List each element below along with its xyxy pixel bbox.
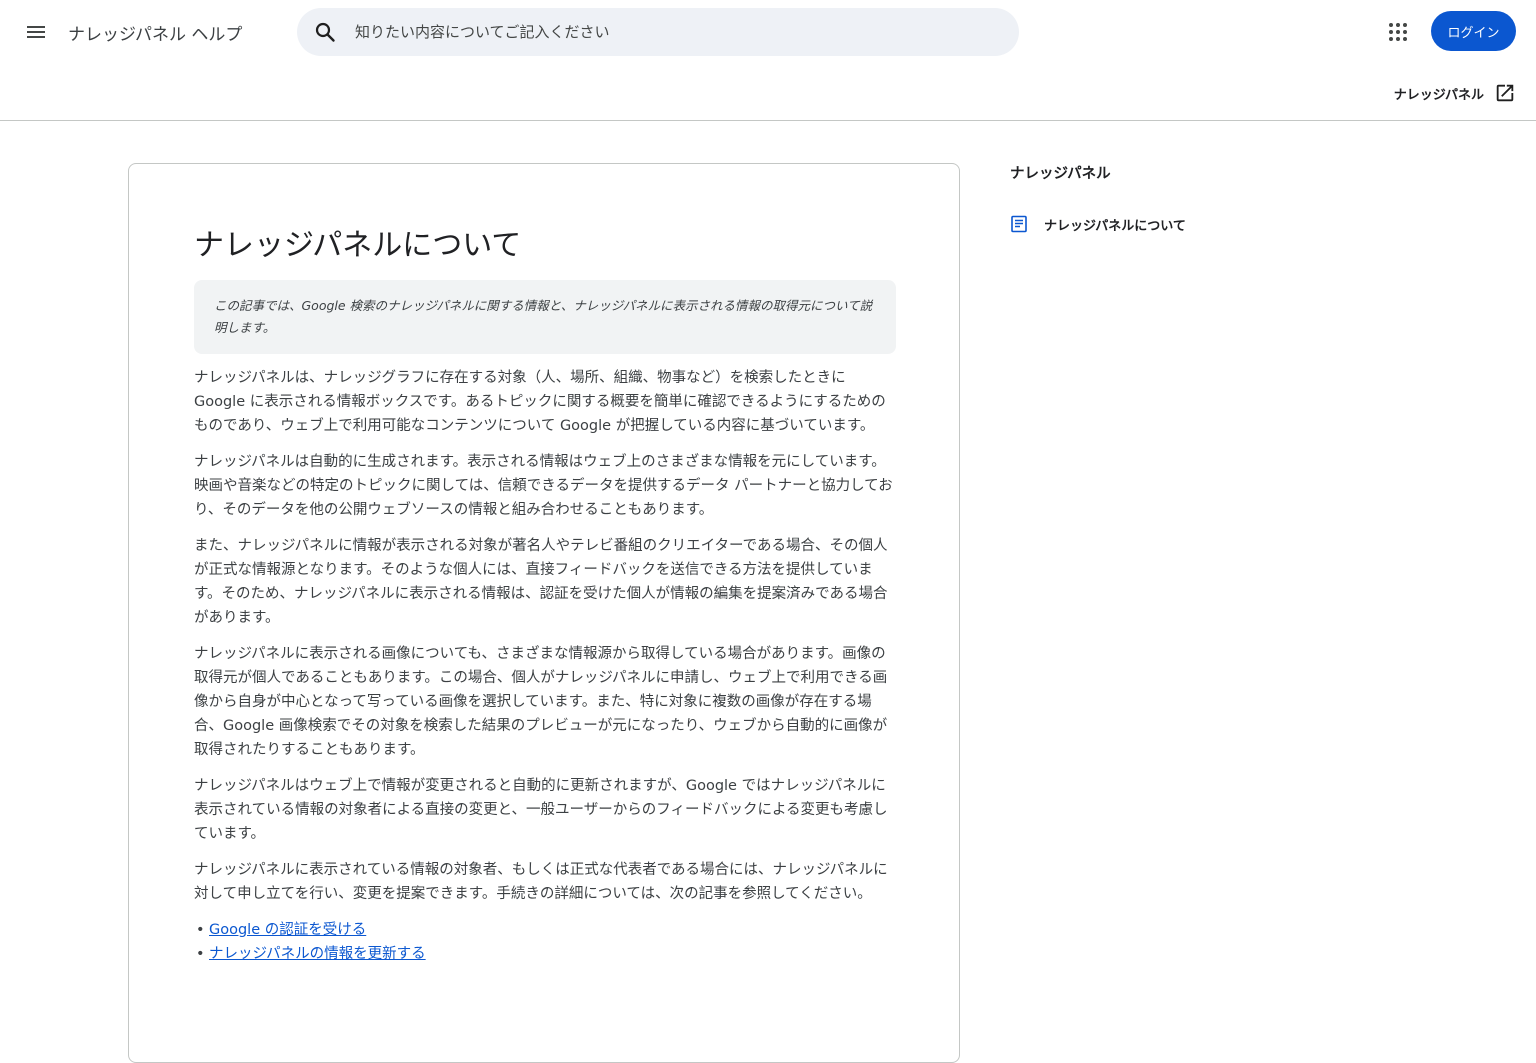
link-get-verified[interactable]: Google の認証を受ける [209,918,366,942]
article-icon [1011,215,1027,233]
sub-header: ナレッジパネル [0,64,1536,121]
search-button[interactable] [313,20,337,44]
related-links-list: • Google の認証を受ける • ナレッジパネルの情報を更新する [194,918,896,966]
side-nav-item-about[interactable]: ナレッジパネルについて [1010,212,1410,236]
search-bar[interactable] [297,8,1019,56]
list-item: • Google の認証を受ける [194,918,896,942]
article-paragraph: ナレッジパネルに表示されている情報の対象者、もしくは正式な代表者である場合には、… [194,862,888,902]
article-title: ナレッジパネルについて [194,228,522,263]
top-app-bar: ナレッジパネル ヘルプ ログイン [0,0,1536,64]
external-link-label: ナレッジパネル [1393,87,1484,103]
login-button[interactable]: ログイン [1431,11,1516,51]
article-paragraph: ナレッジパネルはウェブ上で情報が変更されると自動的に更新されますが、Google… [194,778,888,842]
article-paragraph: ナレッジパネルは、ナレッジグラフに存在する対象（人、場所、組織、物事など）を検索… [194,370,886,434]
search-input[interactable] [353,8,993,56]
article-paragraph: ナレッジパネルは自動的に生成されます。表示される情報はウェブ上のさまざまな情報を… [194,454,893,518]
article-paragraph: また、ナレッジパネルに情報が表示される対象が著名人やテレビ番組のクリエイターであ… [194,538,888,626]
article-card: ナレッジパネルについて この記事では、Google 検索のナレッジパネルに関する… [128,163,960,1063]
article-paragraph: ナレッジパネルに表示される画像についても、さまざまな情報源から取得している場合が… [194,646,888,758]
list-item: • ナレッジパネルの情報を更新する [194,942,896,966]
menu-button[interactable] [16,12,56,52]
product-name[interactable]: ナレッジパネル ヘルプ [68,20,242,45]
bullet: • [196,922,205,938]
link-update-panel[interactable]: ナレッジパネルの情報を更新する [209,942,426,966]
open-in-new-icon [1496,84,1514,102]
side-nav: ナレッジパネル ナレッジパネルについて [1010,162,1410,236]
article-body: ナレッジパネルについて この記事では、Google 検索のナレッジパネルに関する… [194,226,896,966]
search-icon [315,22,335,42]
google-apps-button[interactable] [1380,14,1416,50]
bullet: • [196,946,205,962]
side-nav-item-label: ナレッジパネルについて [1044,218,1186,234]
apps-grid-icon [1389,23,1407,41]
side-nav-title: ナレッジパネル [1010,166,1111,182]
knowledge-panel-external-link[interactable]: ナレッジパネル [1394,82,1516,104]
article-summary: この記事では、Google 検索のナレッジパネルに関する情報と、ナレッジパネルに… [194,280,896,354]
menu-icon [27,26,45,38]
